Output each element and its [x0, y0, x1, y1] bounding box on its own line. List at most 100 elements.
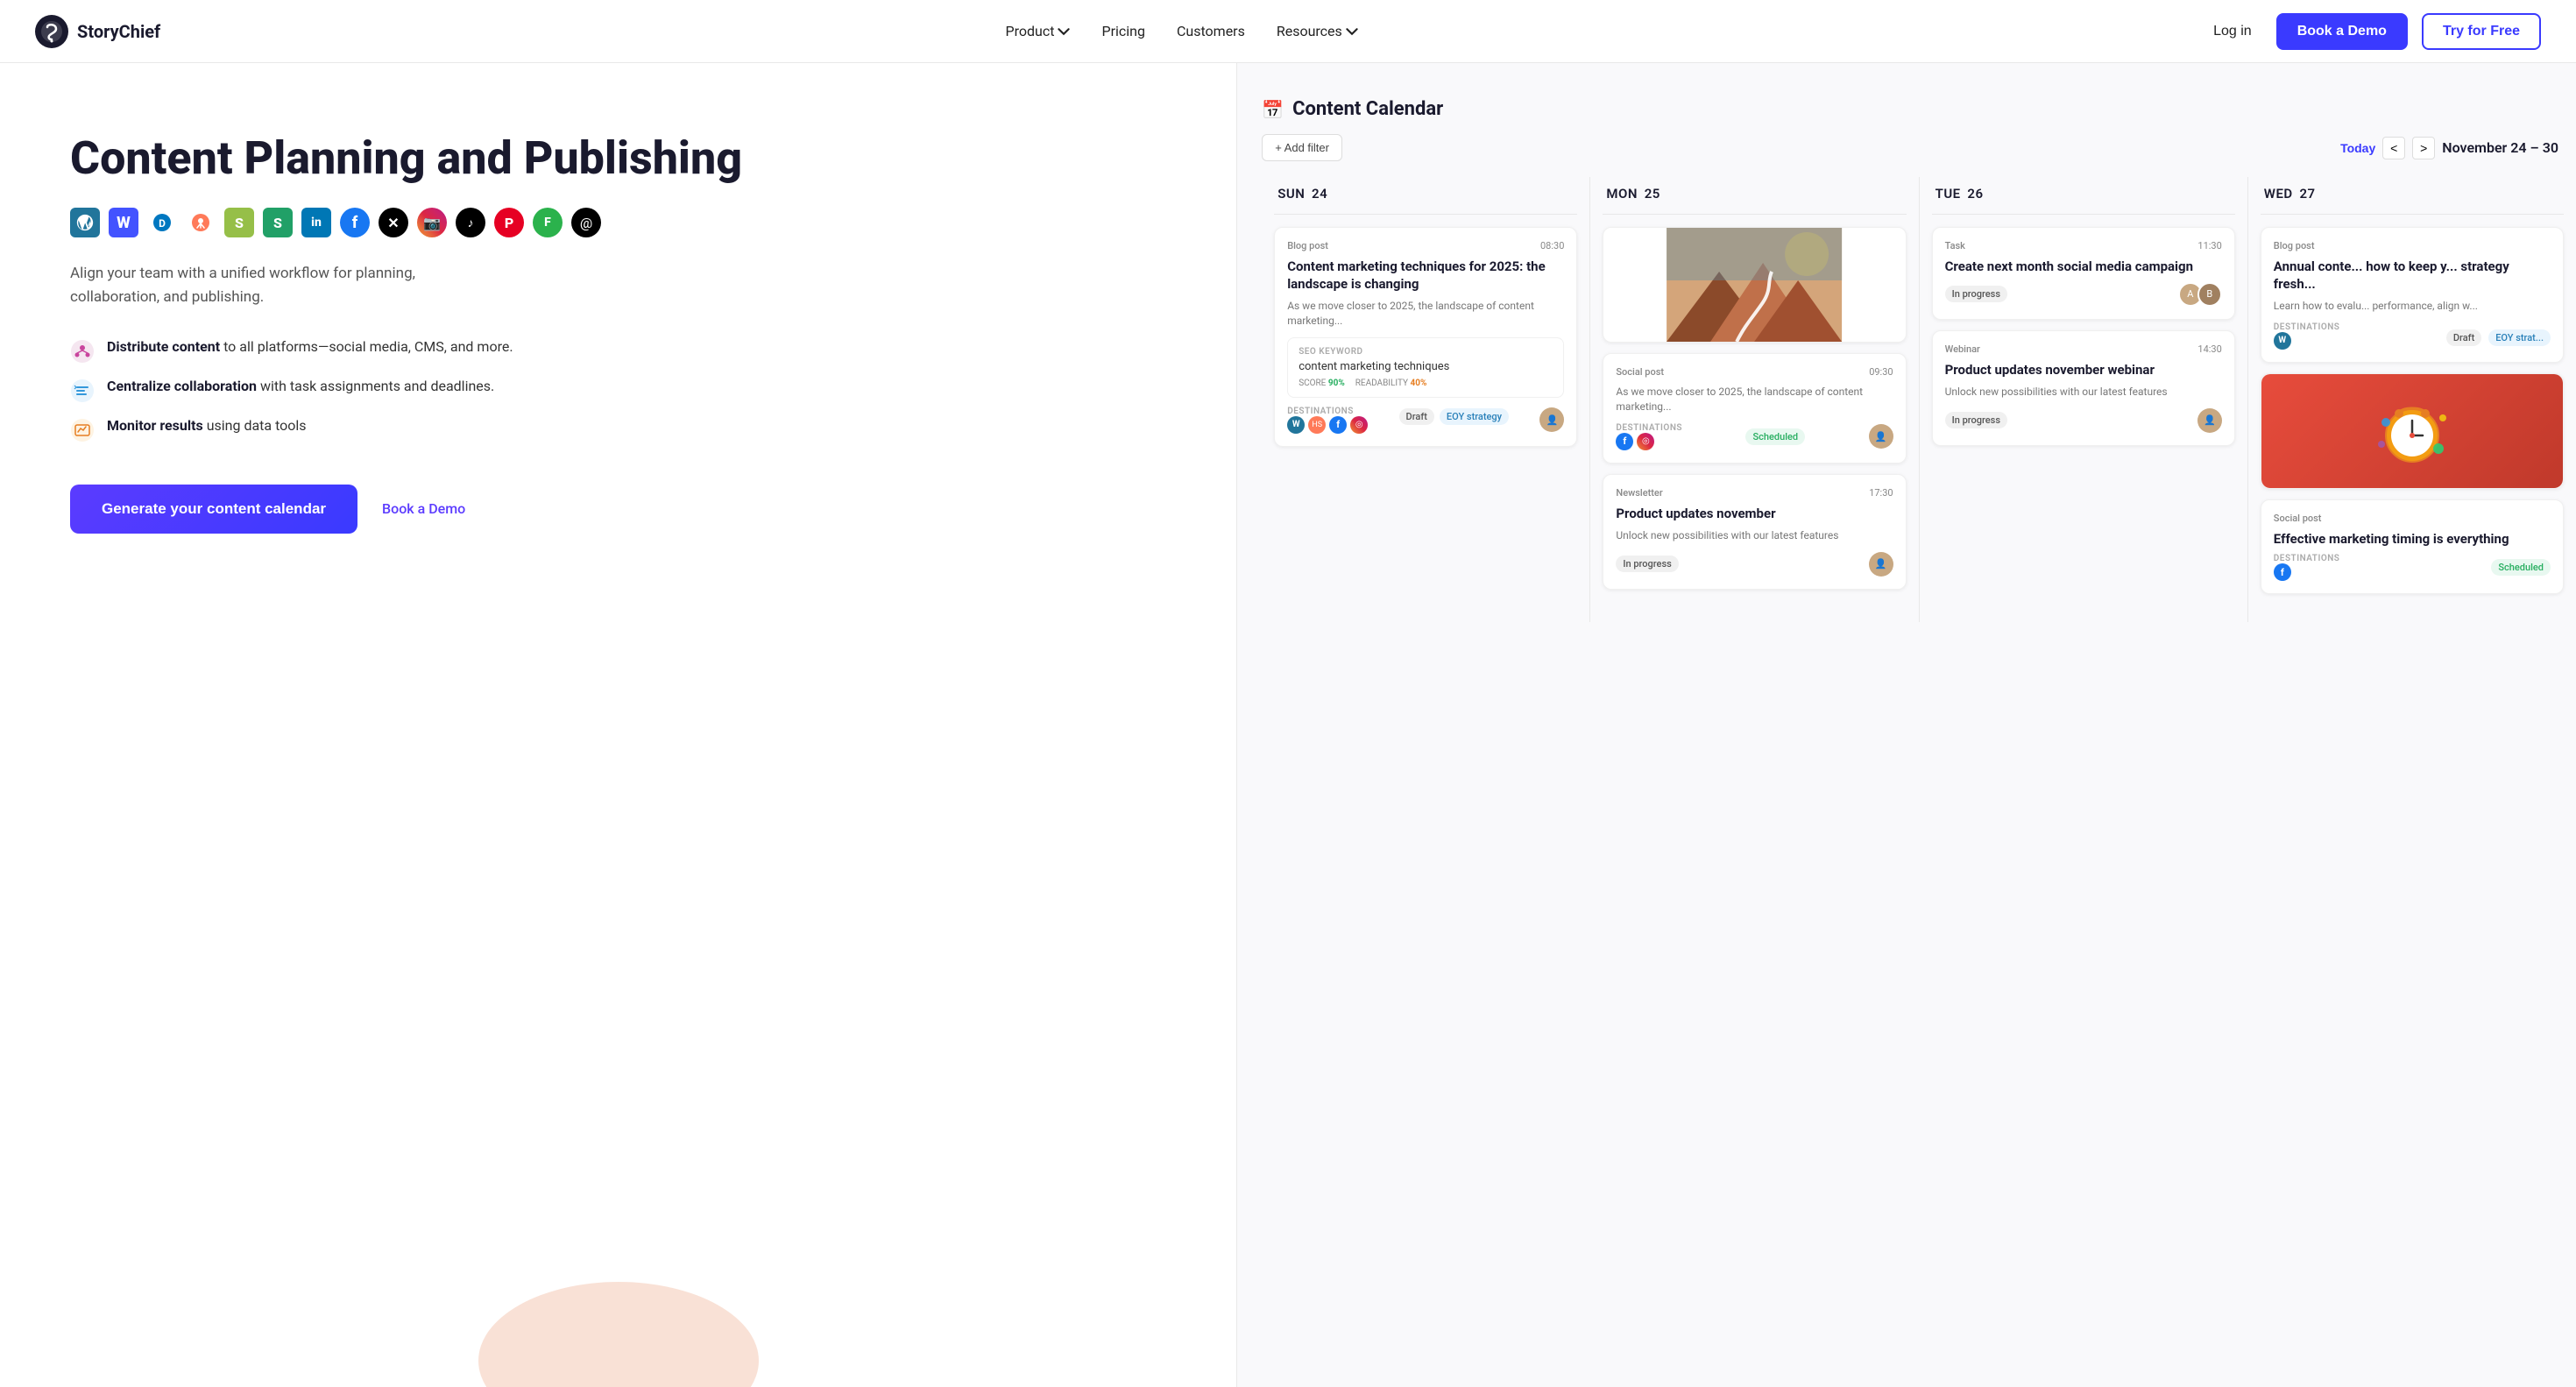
- card-time: 14:30: [2197, 343, 2221, 355]
- book-demo-button[interactable]: Book a Demo: [2276, 13, 2408, 50]
- logo[interactable]: StoryChief: [35, 15, 160, 48]
- card-title: Product updates november webinar: [1945, 362, 2222, 379]
- col-header-wed: Wed 27: [2261, 177, 2564, 215]
- tag-scheduled: Scheduled: [2491, 559, 2551, 576]
- card-footer: DESTINATIONS f ◎ Scheduled 👤: [1616, 423, 1893, 450]
- card-social-wed[interactable]: Social post Effective marketing timing i…: [2261, 499, 2564, 595]
- hubspot-icon: [186, 208, 216, 237]
- avatars: A B: [2178, 282, 2222, 307]
- col-header-mon: Mon 25: [1603, 177, 1906, 215]
- card-title: Product updates november: [1616, 506, 1893, 523]
- distribute-icon: [70, 339, 95, 364]
- card-newsletter-mon[interactable]: Newsletter 17:30 Product updates novembe…: [1603, 474, 1906, 590]
- today-button[interactable]: Today: [2340, 141, 2375, 155]
- card-desc: Unlock new possibilities with our latest…: [1616, 528, 1893, 543]
- chevron-down-icon: [1346, 25, 1358, 38]
- dest-facebook: f: [1616, 433, 1633, 450]
- card-tags: Draft EOY strategy: [1399, 408, 1510, 425]
- book-demo-link[interactable]: Book a Demo: [382, 500, 465, 517]
- tiktok-icon: ♪: [456, 208, 485, 237]
- hero-description: Align your team with a unified workflow …: [70, 262, 491, 309]
- card-image-wed[interactable]: [2261, 373, 2564, 489]
- platform-icons: W D S S in f: [70, 208, 1184, 237]
- dest-instagram: ◎: [1637, 433, 1654, 450]
- feature-list: Distribute content to all platforms—soci…: [70, 338, 1184, 442]
- navbar: StoryChief Product Pricing Customers Res…: [0, 0, 2576, 63]
- generate-calendar-button[interactable]: Generate your content calendar: [70, 485, 357, 534]
- calendar-column-mon: Mon 25: [1590, 177, 1919, 622]
- seo-keyword: content marketing techniques: [1299, 360, 1553, 373]
- card-title: Create next month social media campaign: [1945, 258, 2222, 276]
- card-title: Content marketing techniques for 2025: t…: [1287, 258, 1564, 293]
- webflow-icon: W: [109, 208, 138, 237]
- add-filter-button[interactable]: + Add filter: [1262, 134, 1342, 161]
- svg-text:D: D: [159, 217, 166, 230]
- try-free-button[interactable]: Try for Free: [2422, 13, 2541, 50]
- tag-in-progress: In progress: [1945, 412, 2007, 428]
- next-week-button[interactable]: >: [2412, 137, 2435, 159]
- tag-draft: Draft: [1399, 408, 1434, 425]
- hero-right: 📅 Content Calendar + Add filter Today < …: [1236, 63, 2576, 1387]
- card-footer: In progress 👤: [1945, 408, 2222, 433]
- dest-wordpress: W: [2274, 332, 2291, 350]
- card-task-tue[interactable]: Task 11:30 Create next month social medi…: [1932, 227, 2235, 320]
- dest-facebook: f: [1329, 416, 1347, 434]
- calendar-column-tue: Tue 26 Task 11:30 Create next month soci…: [1920, 177, 2248, 622]
- login-button[interactable]: Log in: [2203, 17, 2262, 46]
- logo-text: StoryChief: [77, 21, 160, 42]
- nav-customers[interactable]: Customers: [1177, 23, 1245, 39]
- card-desc: As we move closer to 2025, the landscape…: [1616, 385, 1893, 414]
- dest-instagram: ◎: [1350, 416, 1368, 434]
- calendar-icon: 📅: [1262, 99, 1284, 120]
- monitor-icon: [70, 418, 95, 442]
- drupal-icon: D: [147, 208, 177, 237]
- nav-pricing[interactable]: Pricing: [1101, 23, 1145, 39]
- dest-icons: W: [2274, 332, 2340, 350]
- decorative-blob: [478, 1282, 759, 1387]
- card-type: Blog post: [1287, 240, 1328, 251]
- tag-scheduled: Scheduled: [1745, 428, 1805, 445]
- card-footer: In progress 👤: [1616, 552, 1893, 577]
- card-blog-sun[interactable]: Blog post 08:30 Content marketing techni…: [1274, 227, 1577, 447]
- seo-metrics: SCORE 90% READABILITY 40%: [1299, 379, 1553, 388]
- dest-icons: W HS f ◎: [1287, 416, 1368, 434]
- avatar: 👤: [2197, 408, 2222, 433]
- chevron-down-icon: [1058, 25, 1070, 38]
- feedly-icon: F: [533, 208, 563, 237]
- card-type: Social post: [2274, 513, 2322, 524]
- card-title: Annual conte... how to keep y... strateg…: [2274, 258, 2551, 293]
- card-blog-wed[interactable]: Blog post Annual conte... how to keep y.…: [2261, 227, 2564, 363]
- dest-wordpress: W: [1287, 416, 1305, 434]
- calendar-title: Content Calendar: [1292, 98, 1443, 120]
- calendar-column-wed: Wed 27 Blog post Annual conte... how to …: [2248, 177, 2576, 622]
- card-time: 17:30: [1869, 487, 1893, 499]
- hero-title: Content Planning and Publishing: [70, 133, 1184, 183]
- nav-actions: Log in Book a Demo Try for Free: [2203, 13, 2541, 50]
- card-type: Webinar: [1945, 343, 1980, 355]
- prev-week-button[interactable]: <: [2382, 137, 2405, 159]
- card-time: 11:30: [2197, 240, 2221, 251]
- nav-resources[interactable]: Resources: [1277, 23, 1358, 39]
- col-header-tue: Tue 26: [1932, 177, 2235, 215]
- card-title: Effective marketing timing is everything: [2274, 531, 2551, 548]
- shopify-icon: S: [224, 208, 254, 237]
- calendar-column-sun: Sun 24 Blog post 08:30 Content marketing…: [1262, 177, 1590, 622]
- logo-icon: [35, 15, 68, 48]
- seo-section: SEO KEYWORD content marketing techniques…: [1287, 337, 1564, 398]
- nav-product[interactable]: Product: [1006, 23, 1071, 39]
- card-webinar-tue[interactable]: Webinar 14:30 Product updates november w…: [1932, 330, 2235, 446]
- tag-eoy: EOY strat...: [2488, 329, 2551, 346]
- card-social-mon[interactable]: Social post 09:30 As we move closer to 2…: [1603, 353, 1906, 464]
- feature-monitor: Monitor results using data tools: [70, 417, 1184, 442]
- facebook-icon: f: [340, 208, 370, 237]
- avatar-2: B: [2197, 282, 2222, 307]
- tag-draft: Draft: [2446, 329, 2481, 346]
- tag-in-progress: In progress: [1945, 286, 2007, 302]
- col-header-sun: Sun 24: [1274, 177, 1577, 215]
- card-footer: DESTINATIONS W HS f ◎ Draft EOY: [1287, 407, 1564, 434]
- tag-in-progress: In progress: [1616, 556, 1678, 572]
- hero-left: Content Planning and Publishing W D S: [0, 63, 1236, 1387]
- feature-collaborate: Centralize collaboration with task assig…: [70, 378, 1184, 403]
- card-image-mon[interactable]: [1603, 227, 1906, 343]
- cms-icon: S: [263, 208, 293, 237]
